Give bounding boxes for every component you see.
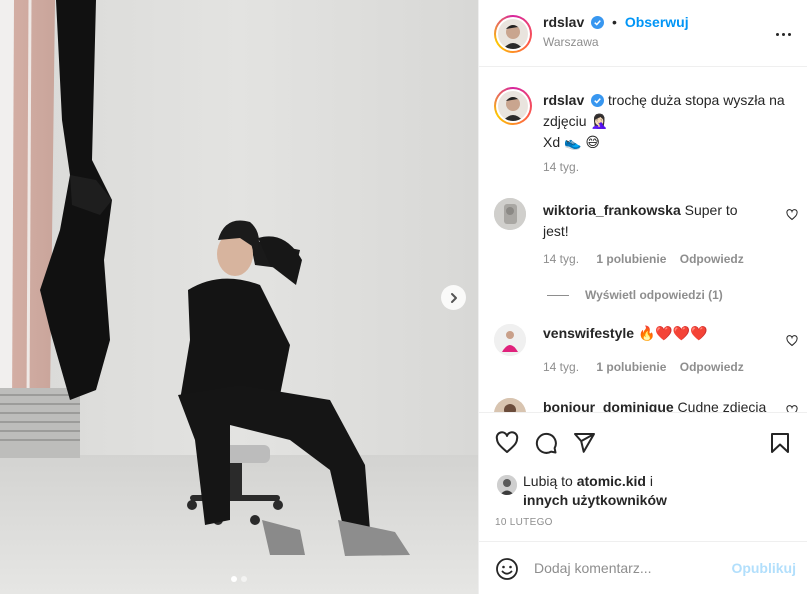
more-options-icon[interactable]: [772, 24, 794, 44]
heart-icon[interactable]: [786, 405, 798, 412]
header-separator: •: [612, 14, 617, 30]
heart-icon[interactable]: [495, 431, 519, 455]
caption-username[interactable]: rdslav: [543, 92, 584, 108]
caption-text-line3: Xd 👟 😅: [543, 134, 600, 150]
other-likers-link[interactable]: innych użytkowników: [523, 492, 667, 508]
caption-time[interactable]: 14 tyg.: [543, 160, 579, 174]
caption-text-line2: zdjęciu 🤦🏻‍♀️: [543, 113, 608, 129]
instagram-post-dialog: rdslav • Obserwuj Warszawa rdslav trochę…: [0, 0, 807, 594]
heart-icon[interactable]: [786, 335, 798, 347]
view-replies-button[interactable]: Wyświetl odpowiedzi (1): [547, 288, 723, 302]
caption-text-line1: trochę duża stopa wyszła na: [608, 92, 785, 108]
commenter-avatar[interactable]: [494, 198, 526, 230]
comment-username[interactable]: venswifestyle: [543, 325, 634, 341]
verified-badge-icon: [591, 16, 605, 29]
post-photo: [0, 0, 478, 594]
comment-time[interactable]: 14 tyg.: [543, 252, 579, 266]
comment-username[interactable]: bonjour_dominique: [543, 399, 674, 412]
comment-likes[interactable]: 1 polubienie: [596, 252, 666, 266]
comment-time[interactable]: 14 tyg.: [543, 360, 579, 374]
comment-text-line1: Super to: [684, 202, 738, 218]
publish-button[interactable]: Opublikuj: [731, 560, 796, 576]
commenter-avatar[interactable]: [494, 324, 526, 356]
author-username[interactable]: rdslav: [543, 14, 584, 30]
post-media-carousel[interactable]: [0, 0, 478, 594]
author-avatar[interactable]: [494, 15, 532, 53]
view-replies-label: Wyświetl odpowiedzi (1): [585, 288, 723, 302]
comment-icon[interactable]: [534, 431, 558, 455]
add-comment-bar: Opublikuj: [479, 541, 807, 594]
reply-button[interactable]: Odpowiedz: [680, 360, 744, 374]
commenter-avatar[interactable]: [494, 398, 526, 412]
comment-text-line2: jest!: [543, 223, 569, 239]
share-paper-plane-icon[interactable]: [572, 431, 596, 455]
next-slide-button[interactable]: [441, 285, 466, 310]
comment-username[interactable]: wiktoria_frankowska: [543, 202, 681, 218]
smiley-icon[interactable]: [495, 557, 519, 581]
verified-badge-icon: [591, 94, 605, 107]
comment-text: 🔥❤️❤️❤️: [637, 325, 708, 341]
heart-icon[interactable]: [786, 209, 798, 221]
post-header: rdslav • Obserwuj Warszawa: [479, 0, 807, 67]
comment-likes[interactable]: 1 polubienie: [596, 360, 666, 374]
carousel-dot-active: [231, 576, 237, 582]
liker-avatar[interactable]: [497, 475, 517, 495]
post-date[interactable]: 10 LUTEGO: [495, 517, 553, 528]
post-side-panel: rdslav • Obserwuj Warszawa rdslav trochę…: [478, 0, 807, 594]
comment-input[interactable]: [534, 558, 724, 578]
carousel-dot: [241, 576, 247, 582]
post-location[interactable]: Warszawa: [543, 35, 599, 49]
follow-button[interactable]: Obserwuj: [625, 14, 689, 30]
bookmark-icon[interactable]: [768, 431, 792, 455]
likes-prefix: Lubią to: [523, 473, 573, 489]
post-actions: Lubią to atomic.kid i innych użytkownikó…: [479, 412, 807, 552]
likes-summary: Lubią to atomic.kid i innych użytkownikó…: [523, 472, 773, 510]
likes-conjunction: i: [649, 473, 653, 489]
comments-list[interactable]: rdslav trochę duża stopa wyszła na zdjęc…: [479, 68, 807, 412]
reply-button[interactable]: Odpowiedz: [680, 252, 744, 266]
comment-text: Cudne zdjęcia: [677, 399, 767, 412]
liker-username[interactable]: atomic.kid: [577, 473, 646, 489]
chevron-right-icon: [450, 292, 457, 303]
carousel-indicators: [0, 576, 478, 582]
caption-author-avatar[interactable]: [494, 87, 532, 125]
